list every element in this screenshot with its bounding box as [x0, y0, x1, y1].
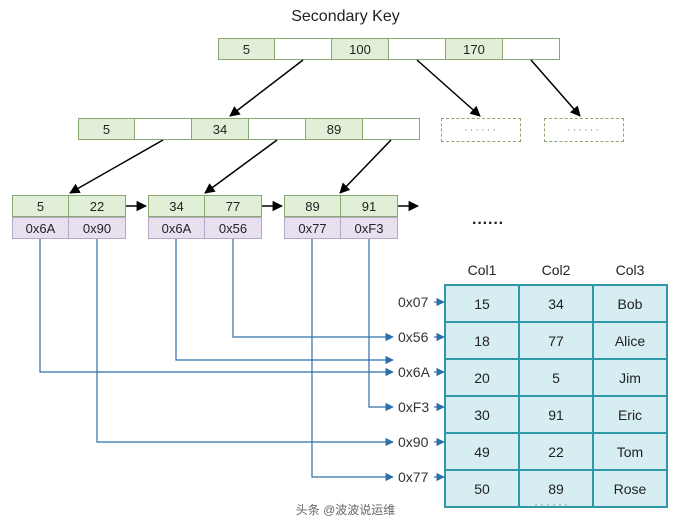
table-row: 4922Tom: [445, 433, 667, 470]
leaf2-ptr-1: 0xF3: [341, 217, 398, 239]
root-child-placeholder-0: ······: [441, 118, 521, 142]
row-addr-4: 0x90: [398, 434, 428, 450]
table-header-col1: Col1: [445, 256, 519, 285]
leaf1-key-0: 34: [148, 195, 205, 217]
watermark: 头条 @波波说运维: [0, 501, 691, 518]
leaf2-key-0: 89: [284, 195, 341, 217]
diagram-title: Secondary Key: [0, 8, 691, 26]
root-gap-2: [503, 38, 560, 60]
table-row: 3091Eric: [445, 396, 667, 433]
btree-internal-node: 5 34 89: [78, 118, 420, 140]
leaf0-ptr-1: 0x90: [69, 217, 126, 239]
root-child-placeholder-1: ······: [544, 118, 624, 142]
internal-key-1: 34: [192, 118, 249, 140]
row-addr-2: 0x6A: [398, 364, 430, 380]
leaf-block-2: 89 91 0x77 0xF3: [284, 195, 398, 239]
internal-gap-1: [249, 118, 306, 140]
row-addr-1: 0x56: [398, 329, 428, 345]
leaf2-key-1: 91: [341, 195, 398, 217]
internal-key-2: 89: [306, 118, 363, 140]
root-key-2: 170: [446, 38, 503, 60]
leaf1-key-1: 77: [205, 195, 262, 217]
table-row: 205Jim: [445, 359, 667, 396]
table-header-col3: Col3: [593, 256, 667, 285]
btree-root-node: 5 100 170: [218, 38, 560, 60]
leaf-block-1: 34 77 0x6A 0x56: [148, 195, 262, 239]
row-addr-3: 0xF3: [398, 399, 429, 415]
leaf0-key-1: 22: [69, 195, 126, 217]
table-row: 1534Bob: [445, 285, 667, 322]
data-table: Col1 Col2 Col3 1534Bob 1877Alice 205Jim …: [444, 256, 668, 508]
table-header-col2: Col2: [519, 256, 593, 285]
leaf-ellipsis: ······: [472, 215, 504, 233]
leaf0-key-0: 5: [12, 195, 69, 217]
internal-gap-2: [363, 118, 420, 140]
row-addr-5: 0x77: [398, 469, 428, 485]
internal-gap-0: [135, 118, 192, 140]
root-gap-1: [389, 38, 446, 60]
root-key-0: 5: [218, 38, 275, 60]
root-gap-0: [275, 38, 332, 60]
internal-key-0: 5: [78, 118, 135, 140]
root-key-1: 100: [332, 38, 389, 60]
row-addr-0: 0x07: [398, 294, 428, 310]
leaf2-ptr-0: 0x77: [284, 217, 341, 239]
leaf1-ptr-0: 0x6A: [148, 217, 205, 239]
table-row: 1877Alice: [445, 322, 667, 359]
leaf0-ptr-0: 0x6A: [12, 217, 69, 239]
leaf1-ptr-1: 0x56: [205, 217, 262, 239]
leaf-block-0: 5 22 0x6A 0x90: [12, 195, 126, 239]
